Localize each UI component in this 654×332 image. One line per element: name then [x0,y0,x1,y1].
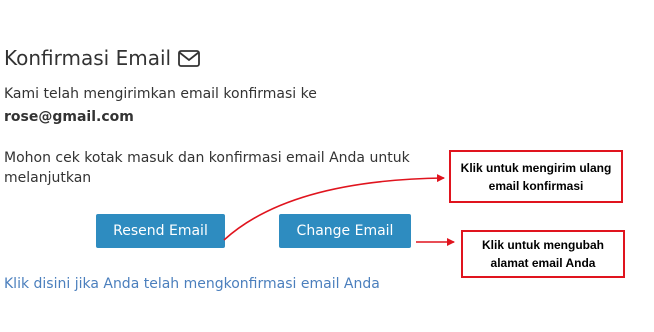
change-annotation-box: Klik untuk mengubah alamat email Anda [461,230,625,278]
resend-note-line-2: email konfirmasi [488,178,584,193]
resend-annotation-box: Klik untuk mengirim ulang email konfirma… [449,150,623,203]
resend-annotation-arrow [223,174,445,241]
change-note-line-2: alamat email Anda [490,256,596,270]
resend-note-line-1: Klik untuk mengirim ulang [460,160,612,175]
change-note-line-1: Klik untuk mengubah [481,238,604,252]
